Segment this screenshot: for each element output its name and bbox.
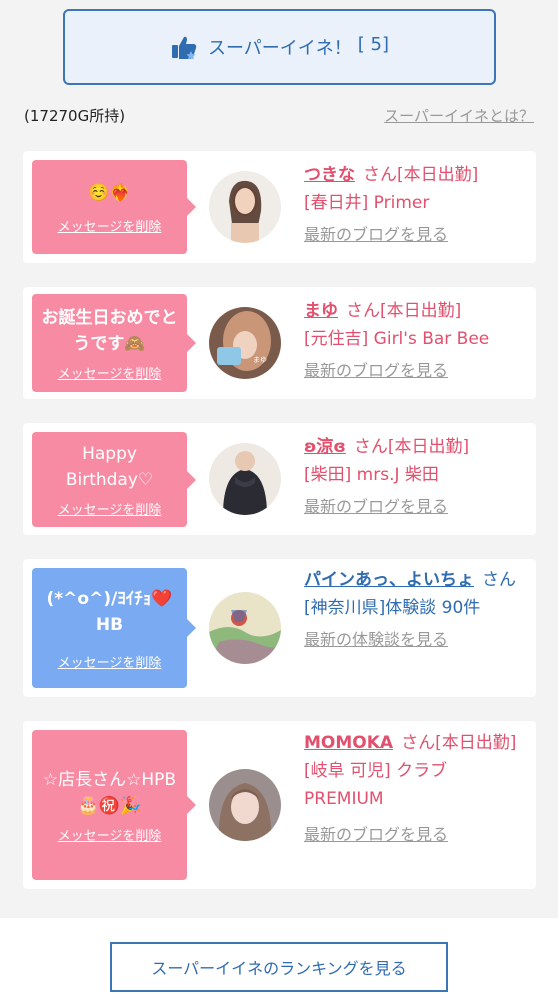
super-like-label: スーパーイイネ！ xyxy=(207,38,352,59)
cast-info: つきな さん[本日出勤] [春日井] Primer 最新のブログを見る xyxy=(304,161,526,249)
avatar[interactable]: まゆ xyxy=(209,307,281,379)
cast-name-link[interactable]: MOMOKA xyxy=(304,733,393,753)
list-item: Happy Birthday♡ メッセージを削除 ʚ涼ɞ さん[本日出勤] [柴田… xyxy=(23,423,536,535)
cast-info: ʚ涼ɞ さん[本日出勤] [柴田] mrs.J 柴田 最新のブログを見る xyxy=(304,433,526,521)
cast-area: [神奈川県]体験談 90件 xyxy=(304,598,481,618)
cast-info: まゆ さん[本日出勤] [元住吉] Girl's Bar Bee 最新のブログを見… xyxy=(304,297,526,385)
latest-blog-link[interactable]: 最新のブログを見る xyxy=(304,357,526,385)
list-item: お誕生日おめでとうです🙈 メッセージを削除 まゆ まゆ さん[本日出勤] [元住吉… xyxy=(23,287,536,399)
cast-name-link[interactable]: まゆ xyxy=(304,301,338,321)
cast-info: MOMOKA さん[本日出勤] [岐阜 可児] クラブ PREMIUM 最新のブロ… xyxy=(304,729,526,849)
cast-status: さん xyxy=(482,570,516,590)
message-bubble: ☆店長さん☆HPB 🎂㊗️🎉 メッセージを削除 xyxy=(32,730,196,880)
cast-status: さん[本日出勤] xyxy=(401,733,517,753)
message-text: Happy Birthday♡ xyxy=(65,444,154,490)
cast-name-link[interactable]: パインあっ、よいちょ xyxy=(304,570,474,590)
footer: スーパーイイネのランキングを見る xyxy=(0,918,558,1000)
message-text: お誕生日おめでとうです🙈 xyxy=(41,307,178,354)
svg-text:まゆ: まゆ xyxy=(253,356,267,364)
message-bubble: ☺️❤️‍🔥 メッセージを削除 xyxy=(32,160,196,254)
cast-info: パインあっ、よいちょ さん [神奈川県]体験談 90件 最新の体験談を見る xyxy=(304,567,526,654)
message-text: (*^o^)/ﾖｲﾁｮ❤️ HB xyxy=(46,588,173,635)
delete-message-link[interactable]: メッセージを削除 xyxy=(58,652,162,671)
ranking-button[interactable]: スーパーイイネのランキングを見る xyxy=(110,942,448,992)
message-bubble: Happy Birthday♡ メッセージを削除 xyxy=(32,432,196,527)
message-bubble: お誕生日おめでとうです🙈 メッセージを削除 xyxy=(32,294,196,392)
cast-shop: [元住吉] Girl's Bar Bee xyxy=(304,329,490,349)
delete-message-link[interactable]: メッセージを削除 xyxy=(58,363,162,382)
delete-message-link[interactable]: メッセージを削除 xyxy=(58,216,162,235)
avatar[interactable] xyxy=(209,171,281,243)
cast-shop: [柴田] mrs.J 柴田 xyxy=(304,465,439,485)
delete-message-link[interactable]: メッセージを削除 xyxy=(58,499,162,518)
cast-name-link[interactable]: つきな xyxy=(304,165,355,185)
latest-review-link[interactable]: 最新の体験談を見る xyxy=(304,626,526,654)
message-bubble: (*^o^)/ﾖｲﾁｮ❤️ HB メッセージを削除 xyxy=(32,568,196,688)
super-like-count: [ 5] xyxy=(357,34,390,55)
balance-text: (17270G所持) xyxy=(24,107,126,125)
cast-shop: [岐阜 可児] クラブ PREMIUM xyxy=(304,761,448,809)
what-is-super-like-link[interactable]: スーパーイイネとは？ xyxy=(384,105,534,126)
super-like-button[interactable]: スーパーイイネ！ [ 5] xyxy=(63,9,496,85)
list-item: (*^o^)/ﾖｲﾁｮ❤️ HB メッセージを削除 パインあっ、よいちょ さん [… xyxy=(23,559,536,697)
message-text: ☆店長さん☆HPB 🎂㊗️🎉 xyxy=(42,769,177,816)
cast-status: さん[本日出勤] xyxy=(346,301,462,321)
cast-status: さん[本日出勤] xyxy=(363,165,479,185)
latest-blog-link[interactable]: 最新のブログを見る xyxy=(304,493,526,521)
delete-message-link[interactable]: メッセージを削除 xyxy=(58,825,162,844)
message-text: ☺️❤️‍🔥 xyxy=(88,182,131,203)
avatar[interactable] xyxy=(209,443,281,515)
list-item: ☺️❤️‍🔥 メッセージを削除 つきな さん[本日出勤] [春日井] Primer… xyxy=(23,151,536,263)
list-item: ☆店長さん☆HPB 🎂㊗️🎉 メッセージを削除 MOMOKA さん[本日出勤] [… xyxy=(23,721,536,889)
cast-shop: [春日井] Primer xyxy=(304,193,430,213)
thumbs-up-icon xyxy=(171,36,197,60)
cast-name-link[interactable]: ʚ涼ɞ xyxy=(304,437,346,457)
latest-blog-link[interactable]: 最新のブログを見る xyxy=(304,821,526,849)
latest-blog-link[interactable]: 最新のブログを見る xyxy=(304,221,526,249)
cast-status: さん[本日出勤] xyxy=(353,437,470,457)
avatar[interactable] xyxy=(209,769,281,841)
avatar[interactable] xyxy=(209,592,281,664)
